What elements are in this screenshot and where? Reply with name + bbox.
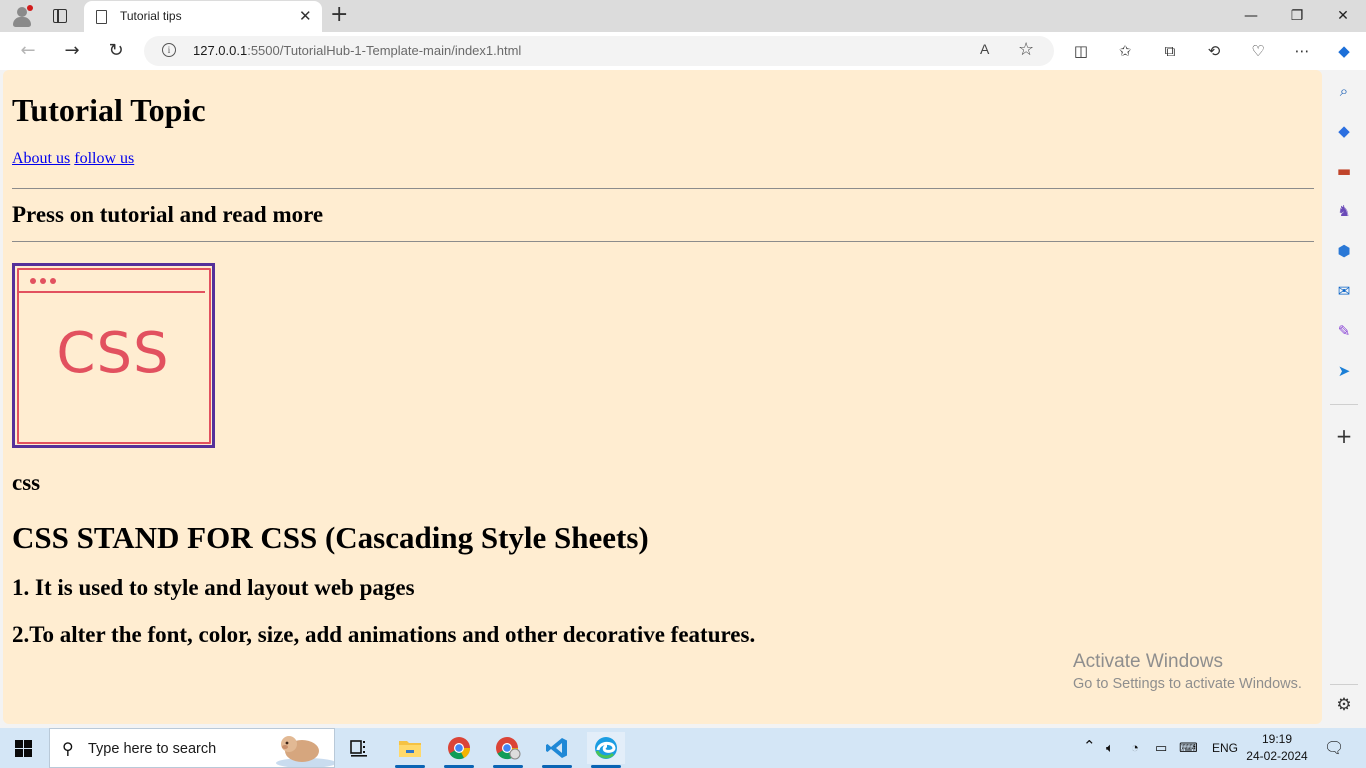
profile-avatar-icon[interactable]	[10, 4, 34, 28]
drop-send-icon[interactable]: ➤	[1333, 360, 1355, 382]
css-headline: CSS STAND FOR CSS (Cascading Style Sheet…	[12, 520, 649, 555]
point-one: 1. It is used to style and layout web pa…	[12, 575, 415, 600]
tools-briefcase-icon[interactable]: ▬	[1333, 160, 1355, 182]
favorites-icon[interactable]: ✩	[1114, 40, 1136, 62]
sidebar-divider	[1330, 684, 1358, 685]
watermark-subtitle: Go to Settings to activate Windows.	[1073, 676, 1302, 692]
restore-button[interactable]: ❐	[1274, 2, 1320, 30]
vscode-icon[interactable]	[538, 732, 576, 768]
page-icon	[96, 10, 107, 24]
window-dot	[50, 278, 56, 284]
image-caption: css	[12, 470, 41, 495]
point-two: 2.To alter the font, color, size, add an…	[12, 622, 756, 647]
tab-title: Tutorial tips	[120, 9, 182, 23]
language-indicator[interactable]: ENG	[1212, 741, 1238, 755]
network-icon[interactable]: ◔	[1131, 740, 1139, 755]
games-icon[interactable]: ♞	[1333, 200, 1355, 222]
add-sidebar-app-icon[interactable]: +	[1333, 425, 1355, 447]
shopping-tag-icon[interactable]: ◆	[1333, 120, 1355, 142]
windows-start-icon[interactable]	[15, 740, 32, 757]
tab-strip: Tutorial tips ✕ + — ❐ ✕	[0, 0, 1366, 32]
address-bar[interactable]: i 127.0.0.1:5500/TutorialHub-1-Template-…	[144, 36, 1054, 66]
keyboard-icon[interactable]: ⌨	[1179, 740, 1198, 756]
divider	[12, 188, 1314, 189]
url-path: :5500/TutorialHub-1-Template-main/index1…	[247, 43, 522, 58]
settings-gear-icon[interactable]: ⚙	[1333, 694, 1355, 716]
section-subheading: Press on tutorial and read more	[12, 202, 324, 227]
url-host: 127.0.0.1	[193, 43, 248, 58]
chrome-profile-icon[interactable]	[489, 732, 527, 768]
new-tab-icon[interactable]: +	[330, 3, 348, 27]
page-title: Tutorial Topic	[12, 92, 206, 128]
file-explorer-icon[interactable]	[391, 732, 429, 768]
about-us-link[interactable]: About us	[12, 150, 70, 167]
windows-taskbar: ⚲ Type here to search ⌃ 🔈︎ ◔ ▭ ⌨ ENG 19:…	[0, 728, 1366, 768]
edge-icon[interactable]	[587, 732, 625, 768]
close-window-button[interactable]: ✕	[1320, 2, 1366, 30]
read-aloud-icon[interactable]: A	[980, 41, 989, 57]
watermark-title: Activate Windows	[1073, 651, 1223, 672]
search-highlight-art-icon	[276, 736, 334, 767]
nav-links: About us follow us	[12, 150, 134, 168]
css-tutorial-thumbnail[interactable]: CSS	[12, 263, 215, 448]
activate-windows-watermark: Activate Windows Go to Settings to activ…	[1073, 651, 1302, 692]
split-screen-icon[interactable]: ◫	[1070, 40, 1092, 62]
search-magnifier-icon: ⚲	[62, 739, 74, 758]
taskbar-search-box[interactable]: ⚲ Type here to search	[49, 728, 335, 768]
edge-sidebar: ⌕ ◆ ▬ ♞ ⬢ ✉ ✎ ➤ + ⚙	[1322, 70, 1366, 728]
forward-arrow-icon[interactable]: →	[59, 38, 85, 64]
thumbnail-titlebar	[17, 291, 205, 293]
outlook-icon[interactable]: ✉	[1333, 280, 1355, 302]
thumbnail-label: CSS	[56, 321, 170, 386]
chrome-icon[interactable]	[440, 732, 478, 768]
volume-icon[interactable]: 🔈︎	[1106, 740, 1114, 756]
notifications-icon[interactable]: 🗨︎	[1324, 738, 1344, 758]
url-text[interactable]: 127.0.0.1:5500/TutorialHub-1-Template-ma…	[193, 43, 521, 58]
clock-date: 24-02-2024	[1246, 749, 1308, 763]
collections-icon[interactable]: ⧉	[1159, 40, 1181, 62]
search-icon[interactable]: ⌕	[1333, 80, 1355, 102]
microsoft-365-icon[interactable]: ⬢	[1333, 240, 1355, 262]
search-placeholder: Type here to search	[88, 741, 217, 757]
copilot-icon[interactable]: ◆	[1333, 40, 1355, 62]
refresh-icon[interactable]: ↻	[103, 38, 129, 64]
favorite-star-icon[interactable]: ☆	[1018, 39, 1034, 60]
history-icon[interactable]: ⟲	[1203, 40, 1225, 62]
tab-close-icon[interactable]: ✕	[299, 7, 312, 25]
minimize-button[interactable]: —	[1228, 2, 1274, 30]
sidebar-divider	[1330, 404, 1358, 405]
show-hidden-icons-chevron-icon[interactable]: ⌃	[1083, 737, 1096, 755]
page-viewport: Tutorial Topic About us follow us Press …	[3, 70, 1322, 724]
follow-us-link[interactable]: follow us	[74, 150, 134, 167]
taskbar-clock[interactable]: 19:19 24-02-2024	[1246, 731, 1308, 765]
site-info-icon[interactable]: i	[162, 43, 176, 57]
divider	[12, 241, 1314, 242]
battery-icon[interactable]: ▭	[1155, 740, 1167, 756]
task-view-icon[interactable]	[341, 732, 379, 764]
window-dot	[30, 278, 36, 284]
window-dot	[40, 278, 46, 284]
performance-icon[interactable]: ♡	[1247, 40, 1269, 62]
tab-actions-icon[interactable]	[50, 6, 70, 26]
designer-icon[interactable]: ✎	[1333, 320, 1355, 342]
back-arrow-icon[interactable]: ←	[15, 38, 41, 64]
browser-toolbar: ← → ↻ i 127.0.0.1:5500/TutorialHub-1-Tem…	[0, 32, 1366, 70]
more-menu-icon[interactable]: ⋯	[1291, 40, 1313, 62]
clock-time: 19:19	[1261, 732, 1293, 746]
browser-tab[interactable]: Tutorial tips ✕	[84, 1, 322, 32]
